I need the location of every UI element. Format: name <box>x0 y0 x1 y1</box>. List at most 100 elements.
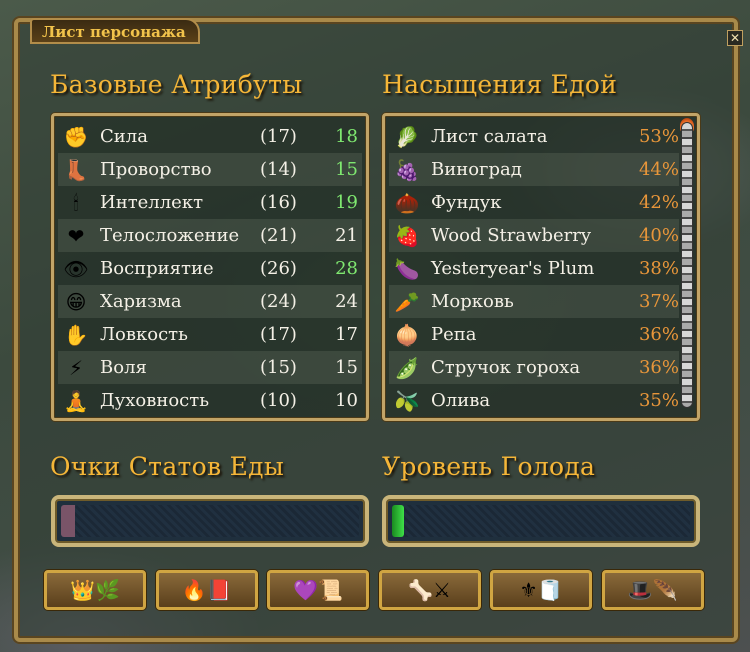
food-panel: 🫒 Олива 35% 🫛 Стручок гороха 36% 🧅 Репа 36% 🥕 Морк… <box>382 113 700 421</box>
food-percent: 36% <box>638 324 679 345</box>
bar-track <box>75 505 359 537</box>
attribute-current-value: 18 <box>335 126 358 147</box>
tab-crown[interactable]: 👑🌿 <box>44 570 146 610</box>
attribute-row[interactable]: ✋ Ловкость (17) 17 <box>58 318 362 351</box>
attribute-row[interactable]: 😁 Харизма (24) 24 <box>58 285 362 318</box>
food-name: Yesteryear's Plum <box>431 258 595 279</box>
plum-icon: 🍆 <box>394 257 420 281</box>
attributes-panel: ✊ Сила (17) 18 👢 Проворство (14) 15 🕯 Интеллект (1… <box>51 113 369 421</box>
attribute-base-value: (17) <box>260 324 297 345</box>
food-percent: 42% <box>638 192 679 213</box>
tab-quill[interactable]: 🎩🪶 <box>601 570 704 610</box>
tab-book[interactable]: 🔥📕 <box>155 570 258 610</box>
attribute-current-value: 24 <box>335 291 358 312</box>
attribute-base-value: (16) <box>260 192 297 213</box>
attribute-name: Телосложение <box>100 225 240 246</box>
attribute-current-value: 17 <box>335 324 358 345</box>
food-row[interactable]: 🥕 Морковь 37% <box>389 285 679 318</box>
bar-track <box>392 505 690 537</box>
quill-icon: 🎩🪶 <box>627 578 678 602</box>
monk-icon: 🧘 <box>63 389 89 413</box>
food-row[interactable]: 🫛 Стручок гороха 36% <box>389 351 679 384</box>
hazelnut-icon: 🌰 <box>394 191 420 215</box>
lettuce-icon: 🥬 <box>394 125 420 149</box>
strawberry-icon: 🍓 <box>394 224 420 248</box>
close-button[interactable]: ✕ <box>727 30 743 46</box>
hunger-level-bar <box>382 495 700 547</box>
attribute-name: Ловкость <box>100 324 188 345</box>
smile-icon: 😁 <box>65 290 87 314</box>
attribute-name: Духовность <box>100 390 210 411</box>
food-name: Олива <box>431 390 491 411</box>
hunger-fill <box>392 505 404 537</box>
heart-icon: ❤ <box>67 224 85 248</box>
attribute-row[interactable]: 🧘 Духовность (10) 10 <box>58 384 362 417</box>
attribute-current-value: 15 <box>335 357 358 378</box>
lightning-icon: ⚡ <box>68 356 84 380</box>
tab-bell[interactable]: ⚜🧻 <box>490 570 592 610</box>
attribute-name: Интеллект <box>100 192 204 213</box>
attribute-base-value: (24) <box>260 291 297 312</box>
book-icon: 🔥📕 <box>181 578 232 602</box>
food-name: Лист салата <box>431 126 548 147</box>
attribute-base-value: (26) <box>260 258 297 279</box>
bone-icon: 🦴⚔ <box>408 578 451 602</box>
hand-icon: ✋ <box>63 323 89 347</box>
attribute-current-value: 28 <box>335 258 358 279</box>
attribute-row[interactable]: 👢 Проворство (14) 15 <box>58 153 362 186</box>
food-name: Виноград <box>431 159 522 180</box>
peapod-icon: 🫛 <box>394 356 420 380</box>
attribute-name: Проворство <box>100 159 212 180</box>
food-name: Wood Strawberry <box>431 225 592 246</box>
food-row[interactable]: 🍆 Yesteryear's Plum 38% <box>389 252 679 285</box>
attribute-current-value: 15 <box>335 159 358 180</box>
tab-scroll[interactable]: 💜📜 <box>267 570 369 610</box>
attribute-current-value: 19 <box>335 192 358 213</box>
attribute-base-value: (14) <box>260 159 297 180</box>
attribute-name: Воля <box>100 357 147 378</box>
food-percent: 40% <box>638 225 679 246</box>
attributes-heading: Базовые Атрибуты <box>50 70 303 99</box>
food-percent: 35% <box>638 390 679 411</box>
turnip-icon: 🧅 <box>394 323 420 347</box>
attribute-row[interactable]: ✊ Сила (17) 18 <box>58 120 362 153</box>
food-row[interactable]: 🧅 Репа 36% <box>389 318 679 351</box>
attribute-row[interactable]: ⚡ Воля (15) 15 <box>58 351 362 384</box>
window-title[interactable]: Лист персонажа <box>30 18 200 44</box>
food-stat-points-heading: Очки Статов Еды <box>50 452 285 481</box>
food-row[interactable]: 🍓 Wood Strawberry 40% <box>389 219 679 252</box>
food-percent: 38% <box>638 258 679 279</box>
chain-scrollbar[interactable] <box>681 122 693 408</box>
food-row[interactable]: 🫒 Олива 35% <box>389 384 679 417</box>
attribute-current-value: 10 <box>335 390 358 411</box>
attribute-row[interactable]: ❤ Телосложение (21) 21 <box>58 219 362 252</box>
attribute-name: Восприятие <box>100 258 214 279</box>
attribute-base-value: (21) <box>260 225 297 246</box>
food-percent: 37% <box>638 291 679 312</box>
eye-icon: 👁 <box>63 257 89 281</box>
hunger-level-heading: Уровень Голода <box>382 452 596 481</box>
olive-icon: 🫒 <box>394 389 420 413</box>
carrot-icon: 🥕 <box>394 290 420 314</box>
fist-icon: ✊ <box>63 125 89 149</box>
scroll-icon: 💜📜 <box>293 578 343 602</box>
food-percent: 36% <box>638 357 679 378</box>
food-percent: 44% <box>638 159 679 180</box>
attribute-row[interactable]: 👁 Восприятие (26) 28 <box>58 252 362 285</box>
attribute-row[interactable]: 🕯 Интеллект (16) 19 <box>58 186 362 219</box>
attribute-base-value: (10) <box>260 390 297 411</box>
boot-icon: 👢 <box>63 158 89 182</box>
food-stat-points-bar <box>51 495 369 547</box>
food-row[interactable]: 🌰 Фундук 42% <box>389 186 679 219</box>
attribute-base-value: (15) <box>260 357 297 378</box>
tab-bone[interactable]: 🦴⚔ <box>378 570 481 610</box>
food-row[interactable]: 🥬 Лист салата 53% <box>389 120 679 153</box>
food-name: Стручок гороха <box>431 357 581 378</box>
food-row[interactable]: 🍇 Виноград 44% <box>389 153 679 186</box>
food-name: Репа <box>431 324 477 345</box>
attribute-name: Харизма <box>100 291 182 312</box>
grapes-icon: 🍇 <box>394 158 420 182</box>
attribute-base-value: (17) <box>260 126 297 147</box>
bell-icon: ⚜🧻 <box>519 578 563 602</box>
food-percent: 53% <box>638 126 679 147</box>
